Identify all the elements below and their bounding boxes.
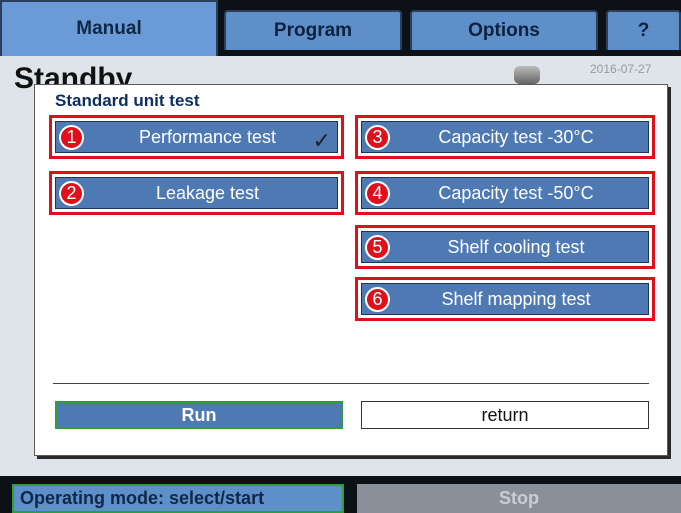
- number-badge: 5: [365, 234, 390, 260]
- shelf-cooling-test-button[interactable]: 5 Shelf cooling test: [355, 225, 655, 269]
- stop-button[interactable]: Stop: [357, 484, 681, 513]
- capacity-test-50-button[interactable]: 4 Capacity test -50°C: [355, 171, 655, 215]
- test-label: Performance test: [138, 126, 277, 147]
- capacity-test-30-button[interactable]: 3 Capacity test -30°C: [355, 115, 655, 159]
- dialog-title: Standard unit test: [55, 91, 200, 110]
- test-label: Shelf mapping test: [441, 288, 591, 309]
- tab-program[interactable]: Program: [224, 10, 402, 50]
- tab-bar: Manual Program Options ?: [0, 0, 681, 56]
- date-label: 2016-07-27: [590, 62, 652, 76]
- cylinder-icon: [514, 66, 540, 84]
- divider: [53, 383, 649, 384]
- number-badge: 4: [365, 180, 390, 206]
- check-icon: ✓: [312, 128, 331, 153]
- test-label: Shelf cooling test: [447, 236, 585, 257]
- number-badge: 2: [59, 180, 84, 206]
- tab-manual[interactable]: Manual: [0, 0, 218, 56]
- standard-unit-test-dialog: Standard unit test 1 Performance test ✓ …: [34, 84, 668, 456]
- number-badge: 1: [59, 124, 84, 150]
- run-button[interactable]: Run: [55, 401, 343, 429]
- tab-options[interactable]: Options: [410, 10, 598, 50]
- leakage-test-button[interactable]: 2 Leakage test: [49, 171, 344, 215]
- number-badge: 6: [365, 286, 390, 312]
- shelf-mapping-test-button[interactable]: 6 Shelf mapping test: [355, 277, 655, 321]
- performance-test-button[interactable]: 1 Performance test ✓: [49, 115, 344, 159]
- test-label: Capacity test -50°C: [438, 182, 594, 203]
- test-label: Leakage test: [155, 182, 260, 203]
- tab-help[interactable]: ?: [606, 10, 681, 50]
- number-badge: 3: [365, 124, 390, 150]
- test-label: Capacity test -30°C: [438, 126, 594, 147]
- return-button[interactable]: return: [361, 401, 649, 429]
- operating-mode-status: Operating mode: select/start: [12, 484, 344, 513]
